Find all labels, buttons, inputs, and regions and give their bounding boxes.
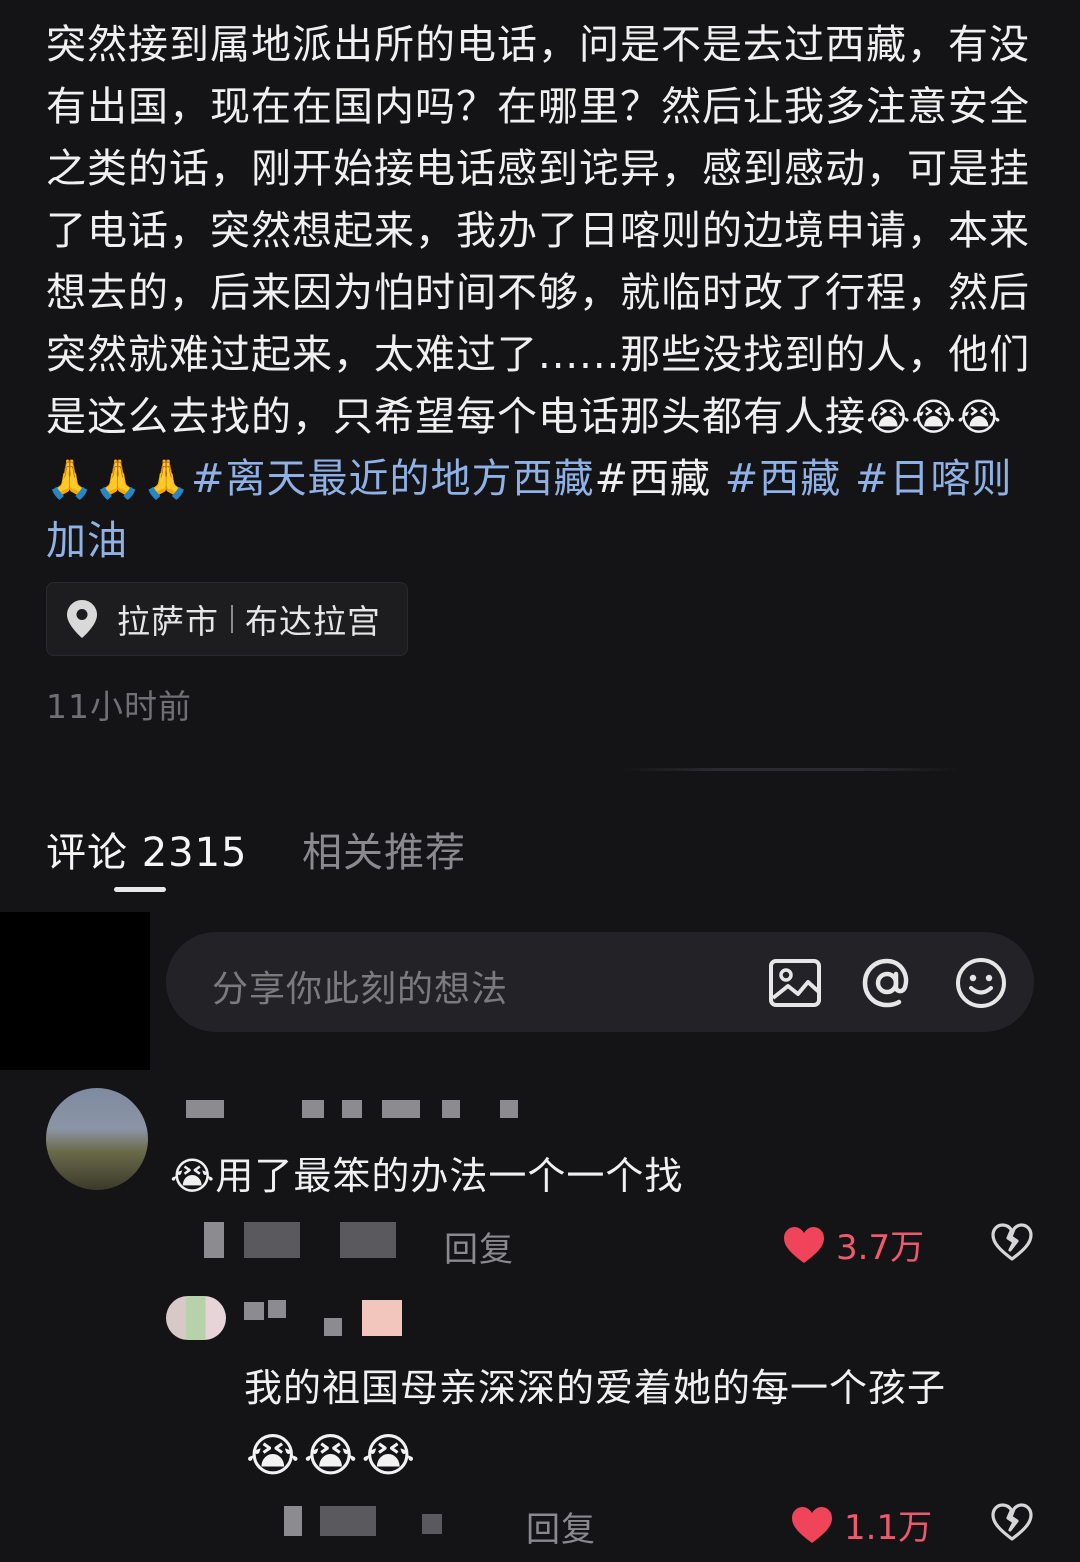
reply-button[interactable]: 回复 xyxy=(444,1222,514,1271)
blurred-username xyxy=(362,1300,402,1336)
like-count: 3.7万 xyxy=(836,1228,925,1268)
like-button[interactable]: 3.7万 xyxy=(782,1220,924,1269)
blurred-username xyxy=(186,1100,224,1118)
blurred-meta xyxy=(320,1506,376,1536)
redaction-block xyxy=(0,912,150,1070)
blurred-username xyxy=(302,1100,324,1118)
broken-heart-icon[interactable] xyxy=(990,1502,1034,1542)
blurred-username xyxy=(442,1100,460,1118)
at-icon[interactable] xyxy=(860,956,914,1010)
blurred-username xyxy=(268,1300,286,1318)
blurred-meta xyxy=(284,1506,302,1536)
divider xyxy=(620,768,960,771)
blurred-username xyxy=(382,1100,420,1118)
tab-active-indicator xyxy=(114,887,166,892)
location-place: 布达拉宫 xyxy=(245,602,381,641)
tab-related[interactable]: 相关推荐 xyxy=(302,820,466,878)
location-city: 拉萨市 xyxy=(117,602,219,641)
hashtag-link[interactable]: #离天最近的地方西藏 xyxy=(191,456,595,502)
broken-heart-icon[interactable] xyxy=(990,1222,1034,1262)
blurred-username xyxy=(342,1100,362,1118)
post-timestamp: 11小时前 xyxy=(46,687,192,726)
hashtag-link[interactable]: #西藏 xyxy=(594,456,711,502)
location-chip[interactable]: 拉萨市 布达拉宫 xyxy=(46,582,408,656)
blurred-username xyxy=(244,1302,264,1320)
blurred-meta xyxy=(422,1514,442,1534)
avatar[interactable] xyxy=(46,1088,148,1190)
comment-input[interactable]: 分享你此刻的想法 xyxy=(166,932,1034,1032)
blurred-username xyxy=(324,1318,342,1336)
heart-icon xyxy=(792,1506,832,1543)
tab-comments[interactable]: 评论 2315 xyxy=(46,820,248,878)
post-detail-page: 突然接到属地派出所的电话，问是不是去过西藏，有没有出国，现在在国内吗？在哪里？然… xyxy=(0,0,1080,1562)
blurred-meta xyxy=(204,1222,224,1258)
avatar[interactable] xyxy=(166,1296,226,1340)
image-icon[interactable] xyxy=(768,956,822,1010)
location-pin-icon xyxy=(67,600,97,638)
blurred-meta xyxy=(340,1222,396,1258)
like-count: 1.1万 xyxy=(844,1508,933,1548)
like-button[interactable]: 1.1万 xyxy=(790,1500,932,1549)
post-body-text: 突然接到属地派出所的电话，问是不是去过西藏，有没有出国，现在在国内吗？在哪里？然… xyxy=(46,22,1031,440)
heart-icon xyxy=(784,1226,824,1263)
comment-text: 我的祖国母亲深深的爱着她的每一个孩子 xyxy=(244,1366,947,1410)
blurred-username xyxy=(500,1100,518,1118)
comment-input-placeholder: 分享你此刻的想法 xyxy=(212,969,509,1010)
emoji-icon[interactable] xyxy=(954,956,1008,1010)
hashtag-link[interactable]: #西藏 xyxy=(725,456,842,502)
location-separator xyxy=(231,605,233,633)
blurred-meta xyxy=(244,1222,300,1258)
comment-text: 😭用了最笨的办法一个一个找 xyxy=(170,1154,684,1198)
comment-emojis: 😭😭😭 xyxy=(246,1428,420,1482)
post-text: 突然接到属地派出所的电话，问是不是去过西藏，有没有出国，现在在国内吗？在哪里？然… xyxy=(46,14,1036,572)
reply-button[interactable]: 回复 xyxy=(526,1502,596,1551)
